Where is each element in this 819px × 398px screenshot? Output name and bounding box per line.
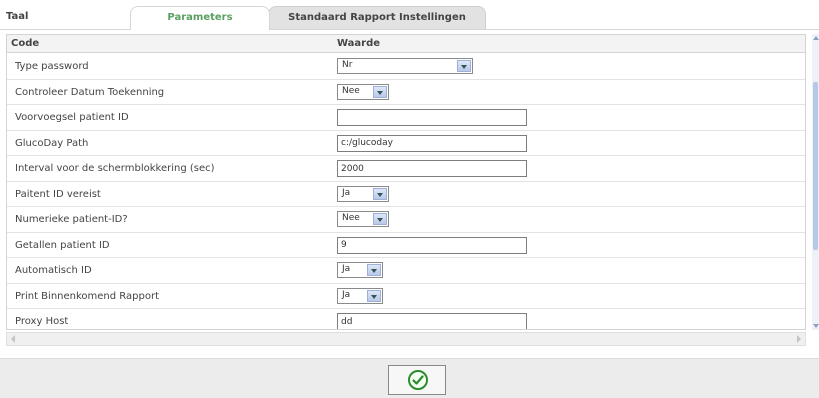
row-label: Interval voor de schermblokkering (sec): [15, 163, 215, 174]
row-label: Proxy Host: [15, 316, 69, 327]
chevron-down-icon[interactable]: [373, 213, 387, 225]
tab-bar: Taal Parameters Standaard Rapport Instel…: [0, 0, 819, 30]
column-header-value[interactable]: Waarde: [337, 38, 380, 49]
table-header: Code Waarde: [7, 35, 805, 53]
horizontal-scrollbar[interactable]: [6, 332, 806, 346]
scrollbar-thumb[interactable]: [813, 82, 818, 250]
controleer-datum-select[interactable]: Nee: [337, 83, 389, 100]
numerieke-patient-id-select[interactable]: Nee: [337, 211, 389, 227]
table-row: Controleer Datum Toekenning Nee: [7, 80, 805, 105]
vertical-scrollbar[interactable]: [812, 34, 819, 330]
table-row: Proxy Host: [7, 309, 805, 329]
scroll-up-icon[interactable]: [812, 34, 819, 42]
chevron-down-icon[interactable]: [457, 60, 471, 72]
scroll-left-icon[interactable]: [9, 335, 19, 343]
chevron-down-icon[interactable]: [367, 289, 381, 302]
glucoday-path-input[interactable]: [337, 134, 527, 152]
type-password-select[interactable]: Nr: [337, 58, 473, 74]
tab-taal[interactable]: Taal: [6, 6, 126, 30]
automatisch-id-select[interactable]: Ja: [337, 262, 383, 278]
row-label: Getallen patient ID: [15, 239, 110, 251]
chevron-down-icon[interactable]: [367, 264, 381, 276]
parameters-table: Code Waarde Type password Nr Controleer …: [6, 34, 806, 330]
table-row: GlucoDay Path: [7, 131, 805, 156]
select-value: Nee: [342, 85, 360, 96]
row-label: GlucoDay Path: [15, 137, 89, 149]
footer-bar: [0, 358, 819, 398]
scroll-down-icon[interactable]: [812, 322, 819, 330]
table-row: Type password Nr: [7, 54, 805, 80]
proxy-host-input[interactable]: [337, 313, 527, 329]
table-row: Getallen patient ID: [7, 233, 805, 258]
scroll-right-icon[interactable]: [793, 335, 803, 343]
table-row: Interval voor de schermblokkering (sec): [7, 156, 805, 182]
patient-id-vereist-select[interactable]: Ja: [337, 185, 389, 202]
print-binnenkomend-rapport-select[interactable]: Ja: [337, 287, 383, 304]
select-value: Nee: [342, 213, 360, 223]
row-label: Print Binnenkomend Rapport: [15, 290, 159, 302]
getallen-patient-id-input[interactable]: [337, 236, 527, 254]
select-value: Ja: [342, 289, 351, 300]
tab-divider: [0, 29, 819, 30]
column-header-code[interactable]: Code: [11, 38, 39, 49]
checkmark-circle-icon: [408, 370, 428, 390]
row-label: Paitent ID vereist: [15, 188, 101, 200]
voorvoegsel-patient-id-input[interactable]: [337, 109, 527, 126]
row-label: Type password: [15, 61, 89, 72]
row-label: Voorvoegsel patient ID: [15, 112, 129, 123]
chevron-down-icon[interactable]: [373, 85, 387, 98]
select-value: Ja: [342, 264, 351, 274]
row-label: Numerieke patient-ID?: [15, 214, 128, 225]
table-row: Paitent ID vereist Ja: [7, 182, 805, 207]
table-row: Numerieke patient-ID? Nee: [7, 207, 805, 233]
row-label: Controleer Datum Toekenning: [15, 86, 165, 98]
table-row: Automatisch ID Ja: [7, 258, 805, 284]
interval-schermblokkering-input[interactable]: [337, 160, 527, 177]
row-label: Automatisch ID: [15, 265, 92, 276]
tab-parameters[interactable]: Parameters: [130, 6, 270, 30]
chevron-down-icon[interactable]: [373, 187, 387, 200]
select-value: Nr: [342, 60, 353, 70]
table-row: Print Binnenkomend Rapport Ja: [7, 284, 805, 309]
confirm-button[interactable]: [388, 365, 446, 395]
tab-standaard-rapport-instellingen[interactable]: Standaard Rapport Instellingen: [268, 6, 486, 30]
select-value: Ja: [342, 187, 351, 198]
table-row: Voorvoegsel patient ID: [7, 105, 805, 131]
